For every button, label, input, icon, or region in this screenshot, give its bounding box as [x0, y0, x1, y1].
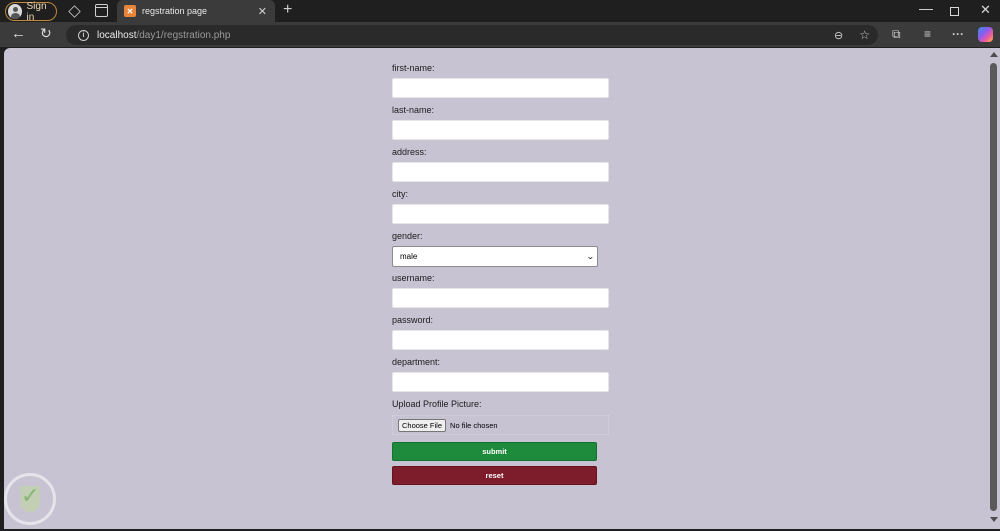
favorites-icon[interactable]: ≡ — [924, 28, 931, 40]
registration-form: first-name: last-name: address: city: ge… — [392, 62, 622, 485]
workspaces-icon[interactable] — [67, 4, 80, 17]
address-bar[interactable]: i localhost/day1/regstration.php ⊖ ☆ — [66, 25, 878, 45]
username-label: username: — [392, 273, 435, 283]
file-input: Choose File No file chosen — [392, 415, 609, 435]
sign-in-button[interactable]: Sign in — [5, 0, 57, 23]
chevron-down-icon: ⌄ — [586, 252, 596, 261]
profile-icon — [8, 4, 23, 19]
first-name-input[interactable] — [392, 78, 609, 98]
tab-title: regstration page — [142, 6, 208, 16]
xampp-favicon-icon: ✕ — [124, 5, 136, 17]
city-input[interactable] — [392, 204, 609, 224]
first-name-label: first-name: — [392, 63, 435, 73]
restore-icon[interactable] — [950, 7, 959, 16]
tab-actions-icon[interactable] — [95, 4, 108, 17]
zoom-icon[interactable]: ⊖ — [834, 29, 843, 42]
file-status: No file chosen — [450, 420, 498, 430]
department-input[interactable] — [392, 372, 609, 392]
extensions-icon[interactable]: ⧉ — [892, 28, 901, 40]
password-input[interactable] — [392, 330, 609, 350]
scroll-up-arrow-icon[interactable] — [990, 52, 998, 57]
site-info-icon[interactable]: i — [78, 29, 89, 41]
page-viewport: first-name: last-name: address: city: ge… — [4, 48, 987, 529]
url-host: localhost — [97, 29, 137, 41]
username-input[interactable] — [392, 288, 609, 308]
back-arrow-icon[interactable]: ← — [11, 25, 26, 42]
city-label: city: — [392, 189, 409, 199]
last-name-input[interactable] — [392, 120, 609, 140]
scroll-thumb[interactable] — [990, 63, 997, 511]
submit-button[interactable]: submit — [392, 442, 597, 461]
sign-in-label: Sign in — [26, 0, 47, 23]
gender-select[interactable]: male ⌄ — [392, 246, 598, 267]
more-menu-icon[interactable]: ··· — [952, 28, 964, 40]
close-window-icon[interactable]: ✕ — [980, 2, 991, 18]
browser-toolbar: ← ↻ i localhost/day1/regstration.php ⊖ ☆… — [0, 22, 1000, 47]
copilot-icon[interactable] — [978, 27, 993, 42]
close-tab-icon[interactable]: ✕ — [258, 5, 267, 18]
watermark-logo — [4, 473, 56, 525]
gender-selected-value: male — [400, 252, 418, 261]
tab-strip: Sign in ✕ regstration page ✕ + — ✕ — [0, 0, 1000, 23]
vertical-scrollbar[interactable] — [987, 48, 1000, 529]
url-path: /day1/regstration.php — [136, 29, 231, 41]
favorite-star-icon[interactable]: ☆ — [859, 28, 870, 42]
new-tab-icon[interactable]: + — [283, 1, 292, 19]
password-label: password: — [392, 315, 434, 325]
minimize-icon[interactable]: — — [919, 0, 933, 16]
active-tab[interactable]: ✕ regstration page ✕ — [117, 0, 275, 22]
reload-icon[interactable]: ↻ — [40, 25, 52, 42]
scroll-down-arrow-icon[interactable] — [990, 517, 998, 522]
address-input[interactable] — [392, 162, 609, 182]
address-label: address: — [392, 147, 427, 157]
upload-label: Upload Profile Picture: — [392, 399, 482, 409]
reset-button[interactable]: reset — [392, 466, 597, 485]
gender-label: gender: — [392, 231, 423, 241]
last-name-label: last-name: — [392, 105, 435, 115]
department-label: department: — [392, 357, 441, 367]
choose-file-button[interactable]: Choose File — [398, 418, 447, 432]
url-text[interactable]: localhost/day1/regstration.php — [97, 30, 834, 41]
